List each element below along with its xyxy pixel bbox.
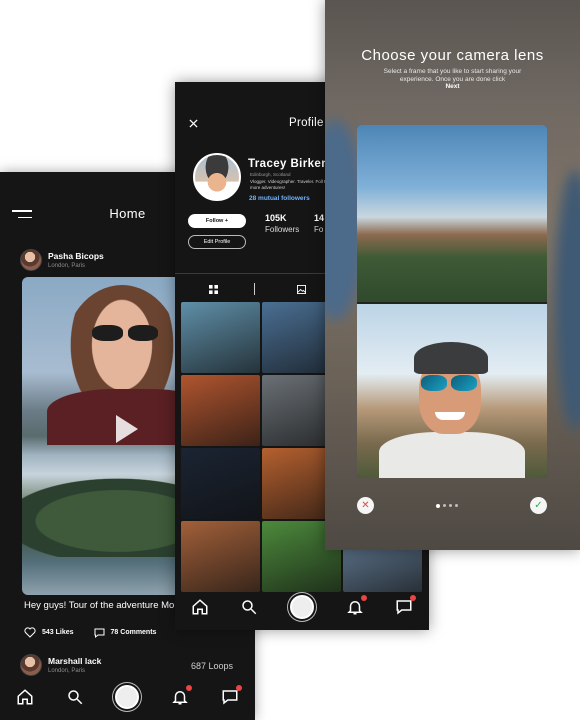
selfie-photo [357, 304, 547, 478]
background-blur [555, 170, 580, 430]
comments-count[interactable]: 78 Comments [111, 629, 157, 636]
photo-thumbnail[interactable] [181, 302, 260, 373]
message-badge [410, 595, 417, 601]
heart-icon[interactable] [24, 627, 36, 638]
post-actions: 543 Likes 78 Comments [24, 627, 156, 638]
camera-button[interactable] [115, 685, 140, 709]
messages-tab[interactable] [395, 595, 417, 616]
instruction-text: Select a frame that you like to start sh… [383, 68, 522, 83]
profile-location: Edinburgh, Scotland [250, 172, 291, 177]
reject-button[interactable]: ✕ [357, 497, 374, 514]
post-header[interactable]: Pasha Bicops London, Paris [20, 249, 104, 271]
mutual-followers-link[interactable]: 28 mutual followers [249, 195, 310, 202]
search-icon[interactable] [66, 688, 84, 706]
lens-screen: Choose your camera lens Select a frame t… [325, 0, 580, 550]
grid-view-icon[interactable] [209, 285, 218, 294]
camera-button[interactable] [289, 595, 314, 619]
follow-button[interactable]: Follow + [188, 214, 246, 228]
pagination-dots[interactable] [436, 503, 458, 508]
photo-thumbnail[interactable] [181, 521, 260, 592]
message-icon [222, 690, 238, 705]
loops-count: 687 Loops [190, 661, 233, 671]
edit-profile-button[interactable]: Edit Profile [188, 235, 246, 249]
following-count: 14 [314, 213, 325, 223]
bottom-tab-bar [0, 674, 255, 720]
notification-badge [360, 595, 367, 601]
followers-label: Followers [265, 225, 300, 234]
home-icon[interactable] [16, 688, 34, 706]
lens-preview-card[interactable] [357, 125, 547, 478]
next-link[interactable]: Next [325, 83, 580, 90]
home-icon[interactable] [191, 598, 209, 616]
followers-stat[interactable]: 105K Followers [265, 213, 299, 234]
avatar[interactable] [20, 249, 42, 271]
play-icon[interactable] [116, 415, 138, 443]
landscape-photo [357, 125, 547, 302]
search-icon[interactable] [240, 598, 258, 616]
message-icon [396, 600, 412, 615]
close-icon[interactable] [189, 119, 198, 128]
page-title: Profile [289, 117, 324, 129]
notifications-tab[interactable] [171, 685, 193, 706]
accept-button[interactable]: ✓ [530, 497, 547, 514]
messages-tab[interactable] [221, 685, 243, 706]
page-title: Choose your camera lens [361, 47, 544, 64]
comment-icon[interactable] [94, 628, 105, 638]
bell-icon [346, 601, 363, 615]
photo-view-icon[interactable] [297, 285, 306, 294]
bottom-tab-bar [175, 584, 429, 630]
notifications-tab[interactable] [346, 595, 367, 616]
post-header-2[interactable]: Marshall lack London, Paris [20, 654, 101, 676]
following-stat[interactable]: 14 Fo [314, 213, 324, 234]
notification-badge [186, 685, 193, 691]
bell-icon [172, 691, 189, 705]
photo-thumbnail[interactable] [181, 375, 260, 446]
message-badge [236, 685, 243, 691]
likes-count[interactable]: 543 Likes [42, 629, 74, 636]
followers-count: 105K [265, 213, 287, 223]
photo-thumbnail[interactable] [181, 448, 260, 519]
following-label: Fo [314, 225, 324, 234]
post-location: London, Paris [48, 263, 86, 269]
tab-separator [254, 283, 255, 295]
profile-avatar[interactable] [193, 153, 241, 201]
avatar[interactable] [20, 654, 42, 676]
post-author-name[interactable]: Marshall lack [48, 656, 101, 666]
post-author-name[interactable]: Pasha Bicops [48, 251, 104, 261]
